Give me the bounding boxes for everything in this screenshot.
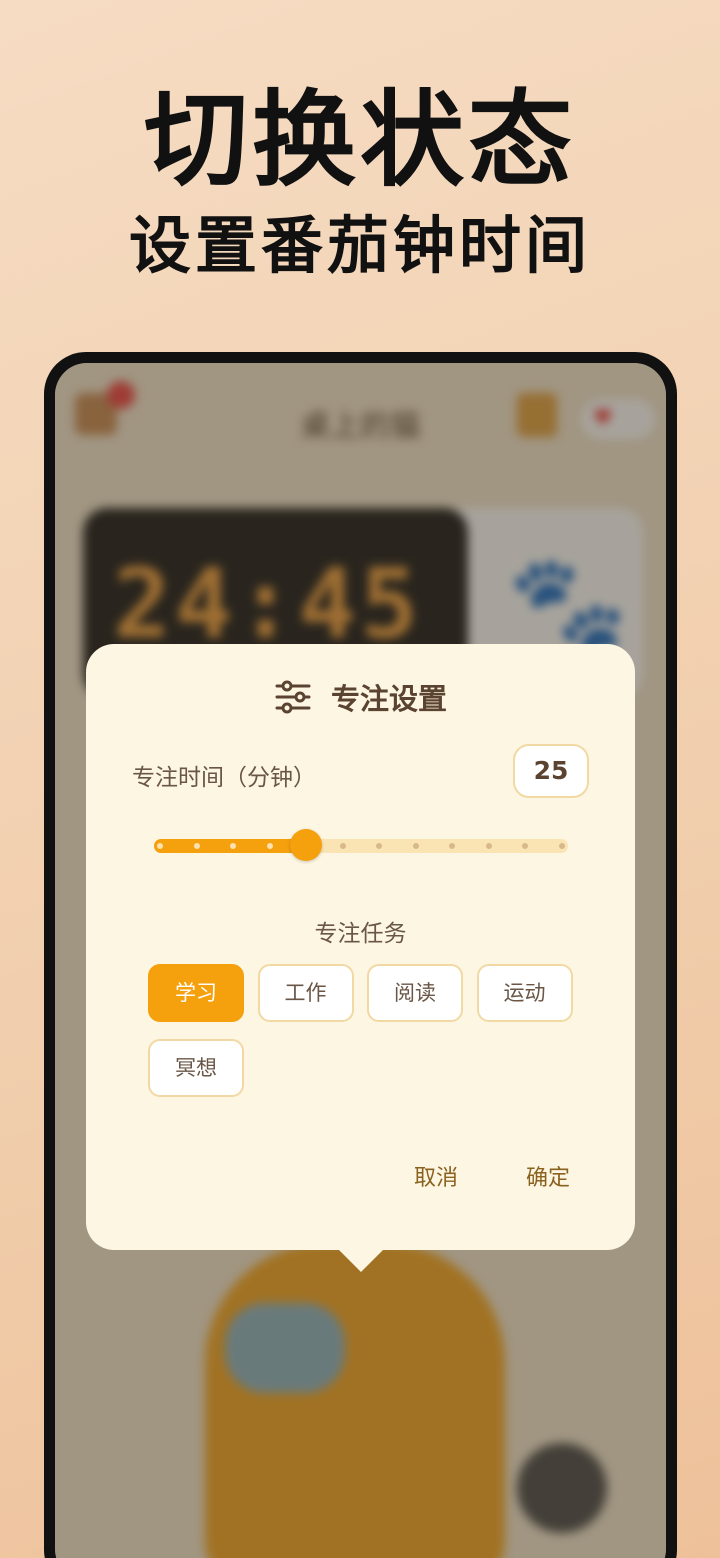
task-label: 专注任务	[314, 921, 407, 947]
duration-label: 专注时间（分钟）	[132, 765, 316, 791]
slider-tick	[193, 843, 200, 849]
slider-tick	[559, 843, 565, 849]
slider-tick	[266, 843, 273, 849]
focus-settings-dialog: 专注设置 专注时间（分钟） 25 专注任务 学习 工作 阅读 运动冥想 取消 确定	[86, 644, 635, 1250]
promo-headline: 切换状态 设置番茄钟时间	[0, 80, 720, 286]
slider-tick	[339, 843, 346, 849]
confirm-button[interactable]: 确定	[520, 1160, 576, 1192]
task-chip[interactable]: 工作	[257, 964, 354, 1022]
dialog-pointer	[335, 1246, 387, 1272]
task-chip[interactable]: 阅读	[367, 964, 463, 1022]
dialog-title: 专注设置	[331, 682, 448, 716]
cancel-button[interactable]: 取消	[408, 1160, 464, 1192]
dialog-header: 专注设置	[86, 676, 635, 720]
task-chip[interactable]: 运动	[476, 964, 573, 1022]
slider-tick	[412, 843, 419, 849]
duration-slider[interactable]	[154, 829, 568, 861]
slider-tick	[485, 843, 492, 849]
sliders-icon	[275, 680, 311, 714]
headline-line2: 设置番茄钟时间	[128, 209, 591, 282]
headline-line1: 切换状态	[143, 79, 576, 201]
slider-thumb[interactable]	[290, 829, 323, 861]
slider-tick	[157, 843, 163, 849]
task-chip[interactable]: 学习	[148, 964, 244, 1022]
duration-value[interactable]: 25	[513, 744, 589, 798]
task-chip[interactable]: 冥想	[148, 1039, 244, 1097]
